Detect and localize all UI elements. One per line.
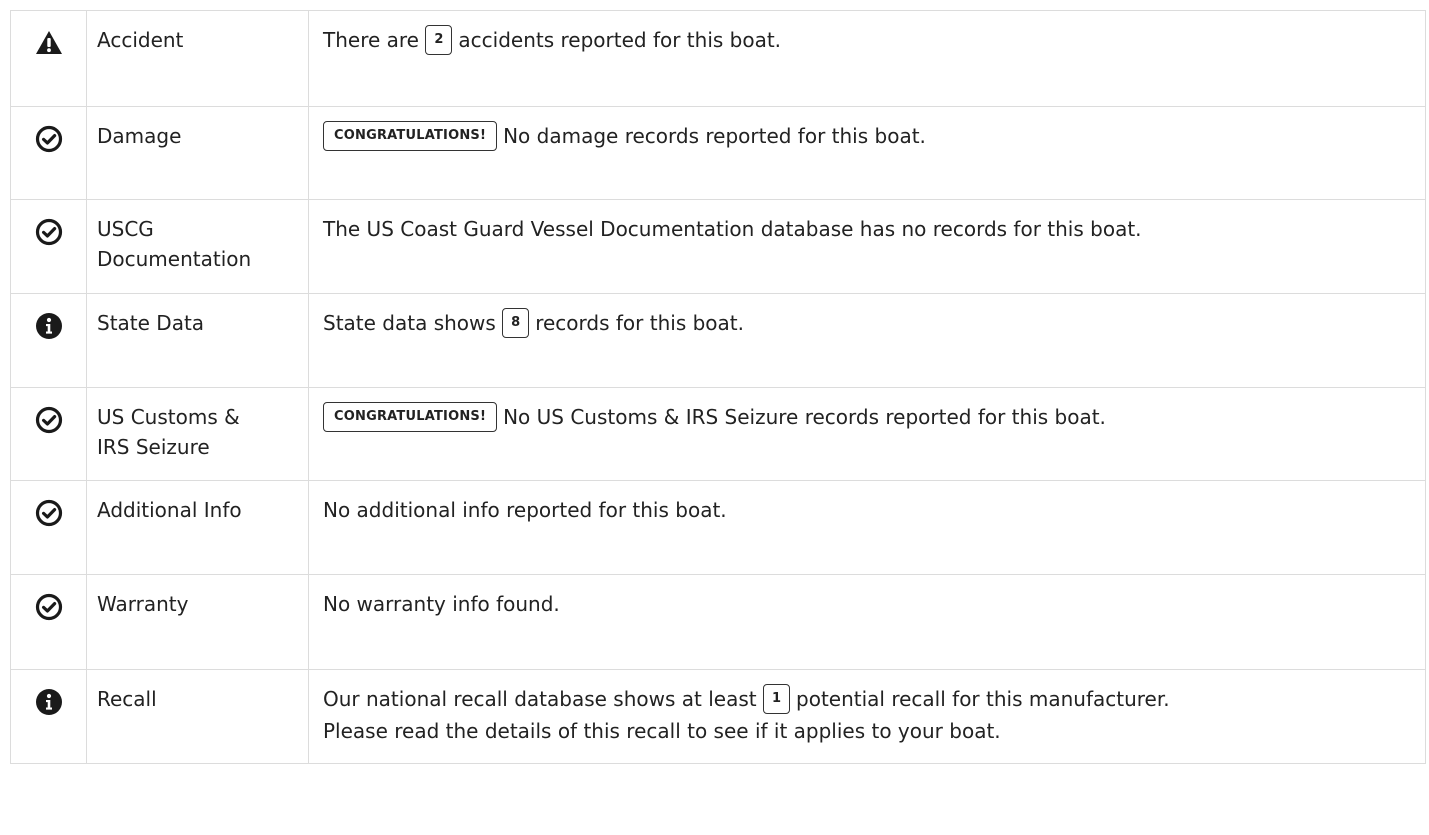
table-row: Damage CONGRATULATIONS! No damage records… <box>10 106 1426 200</box>
row-label: State Data <box>97 311 205 335</box>
row-detail: CONGRATULATIONS! No US Customs & IRS Seiz… <box>309 388 1425 434</box>
table-row: Recall Our national recall database show… <box>10 669 1426 764</box>
row-label: Warranty <box>97 592 189 616</box>
congratulations-badge: CONGRATULATIONS! <box>323 120 498 151</box>
table-row: Accident There are 2 accidents reported f… <box>10 10 1426 107</box>
row-detail: No warranty info found. <box>323 592 560 616</box>
accident-count-badge[interactable]: 2 <box>425 24 453 55</box>
table-row: USCG Documentation The US Coast Guard Ve… <box>10 199 1426 294</box>
history-report-table: Accident There are 2 accidents reported f… <box>10 10 1426 764</box>
table-row: State Data State data shows 8 records for… <box>10 293 1426 388</box>
row-label: USCG Documentation <box>97 217 252 271</box>
row-detail: No additional info reported for this boa… <box>323 498 727 522</box>
check-circle-icon <box>35 499 63 527</box>
row-detail: State data shows 8 records for this boat. <box>309 294 1425 340</box>
row-label: Accident <box>97 28 184 52</box>
congratulations-badge: CONGRATULATIONS! <box>323 401 498 432</box>
state-records-count-badge[interactable]: 8 <box>502 307 530 338</box>
row-detail: Our national recall database shows at le… <box>309 670 1425 746</box>
table-row: Additional Info No additional info repor… <box>10 480 1426 575</box>
row-detail: CONGRATULATIONS! No damage records report… <box>309 107 1425 153</box>
row-detail: The US Coast Guard Vessel Documentation … <box>323 217 1142 241</box>
recall-count-badge[interactable]: 1 <box>762 683 791 714</box>
check-circle-icon <box>35 406 63 434</box>
warning-icon <box>36 31 62 54</box>
row-label: US Customs & IRS Seizure <box>97 405 240 459</box>
check-circle-icon <box>35 125 63 153</box>
row-label: Additional Info <box>97 498 242 522</box>
table-row: US Customs & IRS Seizure CONGRATULATIONS… <box>10 387 1426 481</box>
check-circle-icon <box>35 593 63 621</box>
row-label: Damage <box>97 124 182 148</box>
check-circle-icon <box>35 218 63 246</box>
info-circle-icon <box>36 689 62 715</box>
info-circle-icon <box>36 313 62 339</box>
row-detail: There are 2 accidents reported for this b… <box>309 11 1425 57</box>
row-label: Recall <box>97 687 157 711</box>
table-row: Warranty No warranty info found. <box>10 574 1426 670</box>
